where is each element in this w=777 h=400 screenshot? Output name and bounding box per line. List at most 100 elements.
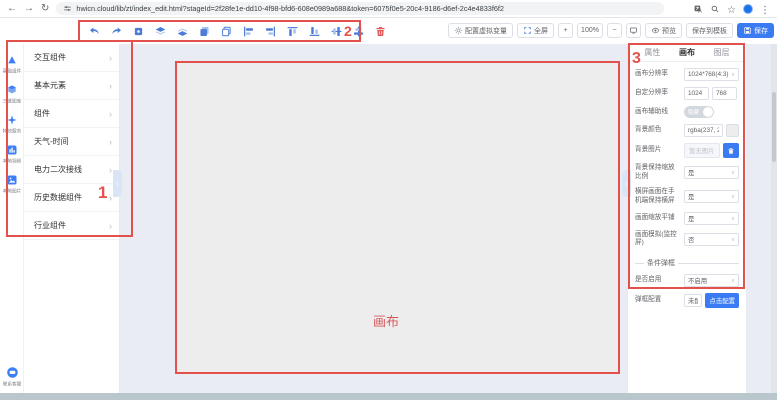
- bg-color-value: rgba(237, 237, 237, 1): [688, 127, 719, 134]
- width-input[interactable]: 1024: [684, 87, 709, 100]
- align-vertical-center-icon[interactable]: [328, 23, 344, 39]
- field-label: 是否启用: [635, 276, 681, 285]
- scrollbar-track[interactable]: [771, 44, 777, 393]
- field-label: 画面模拟(监控屏): [635, 231, 681, 249]
- rail-item-basic-components[interactable]: 基础组件: [0, 54, 24, 75]
- align-right-icon[interactable]: [262, 23, 278, 39]
- scrollbar-thumb[interactable]: [772, 92, 776, 162]
- caret-down-icon: [731, 236, 735, 243]
- translate-icon[interactable]: [693, 4, 703, 14]
- save-template-button[interactable]: 保存到模板: [686, 23, 733, 38]
- customer-service[interactable]: 联系客服: [0, 366, 24, 388]
- toolbar-actions: 配置虚拟变量 全屏 + 100% − 预览 保存到模板 保存: [448, 23, 774, 38]
- accordion-item-basic-elements[interactable]: 基本元素: [24, 72, 119, 100]
- rail-item-local-image[interactable]: 本地图片: [0, 174, 24, 195]
- monitor-mode-select[interactable]: 否: [684, 233, 739, 246]
- paste-icon[interactable]: [218, 23, 234, 39]
- collapse-right-panel-handle[interactable]: [622, 170, 631, 197]
- bg-color-input[interactable]: rgba(237, 237, 237, 1): [684, 124, 723, 137]
- tile-scale-select[interactable]: 是: [684, 212, 739, 225]
- resolution-select[interactable]: 1024*768(4:3): [684, 68, 739, 81]
- profile-avatar[interactable]: [743, 4, 753, 14]
- canvas-select-icon[interactable]: [130, 23, 146, 39]
- align-left-icon[interactable]: [240, 23, 256, 39]
- preview-button[interactable]: 预览: [645, 23, 682, 38]
- tab-attributes[interactable]: 属性: [635, 44, 670, 61]
- toggle-label: 隐藏: [688, 108, 699, 116]
- properties-panel: 属性 画布 图层 画布分辨率 1024*768(4:3) 自定分辨率 1024 …: [627, 44, 746, 393]
- tile-scale-value: 是: [688, 214, 694, 223]
- redo-icon[interactable]: [108, 23, 124, 39]
- field-label: 背景图片: [635, 146, 681, 155]
- browser-menu-icon[interactable]: [760, 0, 770, 18]
- sparkle-icon: [6, 114, 18, 126]
- align-top-icon[interactable]: [284, 23, 300, 39]
- align-bottom-icon[interactable]: [306, 23, 322, 39]
- tab-canvas[interactable]: 画布: [670, 44, 705, 61]
- fullscreen-button[interactable]: 全屏: [517, 23, 554, 38]
- accordion-item-history-data[interactable]: 历史数据组件: [24, 184, 119, 212]
- collapse-left-panel-handle[interactable]: [113, 170, 122, 197]
- bookmark-star-icon[interactable]: [727, 0, 736, 18]
- delete-icon[interactable]: [372, 23, 388, 39]
- layer-up-icon[interactable]: [152, 23, 168, 39]
- resolution-value: 1024*768(4:3): [688, 71, 729, 78]
- bg-image-placeholder: 暂无图片: [684, 143, 720, 158]
- design-canvas[interactable]: 画布: [175, 61, 620, 374]
- config-variables-button[interactable]: 配置虚拟变量: [448, 23, 513, 38]
- rail-label: 特效服务: [2, 127, 21, 134]
- browser-back-icon[interactable]: [7, 4, 17, 14]
- color-swatch[interactable]: [726, 124, 739, 137]
- screen: hwicn.cloud/lib/zt/index_edit.html?stage…: [0, 0, 777, 400]
- gear-icon: [454, 26, 463, 35]
- popup-config-value: 未配置: [688, 296, 698, 305]
- url-text: hwicn.cloud/lib/zt/index_edit.html?stage…: [76, 4, 504, 13]
- delete-bg-image-button[interactable]: [723, 143, 739, 158]
- zoom-out-label: −: [612, 27, 616, 34]
- chat-service-icon: [6, 366, 19, 379]
- caret-down-icon: [731, 71, 735, 78]
- align-horizontal-center-icon[interactable]: [350, 23, 366, 39]
- rail-item-effects[interactable]: 特效服务: [0, 114, 24, 135]
- zoom-out-button[interactable]: −: [607, 23, 622, 38]
- tab-layers[interactable]: 图层: [704, 44, 739, 61]
- popup-enable-select[interactable]: 不启用: [684, 274, 739, 287]
- accordion-item-industry[interactable]: 行业组件: [24, 212, 119, 240]
- save-button[interactable]: 保存: [737, 23, 774, 38]
- chart-icon: [6, 144, 18, 156]
- site-settings-icon[interactable]: [63, 4, 72, 13]
- mobile-landscape-select[interactable]: 是: [684, 190, 739, 203]
- accordion-item-interactive[interactable]: 交互组件: [24, 44, 119, 72]
- undo-icon[interactable]: [86, 23, 102, 39]
- canvas-annotation-label: 画布: [373, 311, 399, 330]
- address-bar[interactable]: hwicn.cloud/lib/zt/index_edit.html?stage…: [56, 2, 664, 15]
- browser-refresh-icon[interactable]: [41, 4, 49, 14]
- zoom-lens-icon[interactable]: [710, 4, 720, 14]
- popup-config-input[interactable]: 未配置: [684, 294, 702, 307]
- bottom-edge: [0, 393, 777, 400]
- service-label: 联系客服: [3, 380, 22, 387]
- accordion-item-power-wiring[interactable]: 电力二次接线: [24, 156, 119, 184]
- row-tile-scale: 画面缩放平铺 是: [635, 212, 739, 225]
- field-label: 自定分辨率: [635, 89, 681, 98]
- accordion-item-components[interactable]: 组件: [24, 100, 119, 128]
- layer-down-icon[interactable]: [174, 23, 190, 39]
- trash-icon: [727, 147, 735, 155]
- fit-screen-button[interactable]: [626, 23, 641, 38]
- accordion-item-weather-time[interactable]: 天气-时间: [24, 128, 119, 156]
- keep-scale-select[interactable]: 是: [684, 166, 739, 179]
- chevron-right-icon: [109, 109, 112, 119]
- browser-forward-icon[interactable]: [24, 4, 34, 14]
- rail-item-local-video[interactable]: 本地视频: [0, 144, 24, 165]
- copy-icon[interactable]: [196, 23, 212, 39]
- accordion-label: 交互组件: [34, 52, 66, 63]
- rail-label: 基础组件: [2, 67, 21, 74]
- rail-item-3d-gallery[interactable]: 三维图库: [0, 84, 24, 105]
- rail-label: 本地图片: [2, 187, 21, 194]
- accordion-label: 组件: [34, 108, 50, 119]
- height-input[interactable]: 768: [712, 87, 737, 100]
- popup-config-button[interactable]: 点击配置: [705, 293, 739, 308]
- guides-toggle[interactable]: 隐藏: [684, 106, 714, 118]
- zoom-level-value: 100%: [581, 27, 599, 34]
- zoom-in-button[interactable]: +: [558, 23, 573, 38]
